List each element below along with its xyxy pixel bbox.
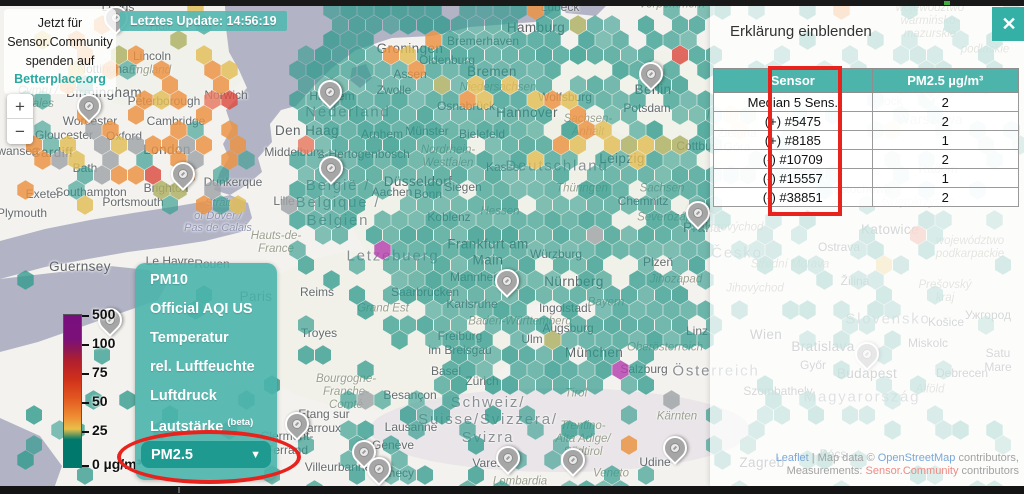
sensor-icon bbox=[372, 462, 386, 476]
legend-gradient-bar bbox=[63, 314, 82, 468]
map-marker[interactable] bbox=[72, 89, 106, 123]
table-header: PM2.5 µg/m³ bbox=[872, 69, 1018, 93]
sensor-icon bbox=[691, 206, 705, 220]
sensor-icon bbox=[176, 167, 190, 181]
chevron-down-icon: ▼ bbox=[250, 449, 261, 461]
explanation-panel: Erklärung einblenden ✕ SensorPM2.5 µg/m³… bbox=[710, 6, 1024, 486]
sensor-icon bbox=[644, 67, 658, 81]
last-update-badge: Letztes Update: 14:56:19 bbox=[120, 11, 287, 31]
map-marker[interactable] bbox=[634, 57, 668, 91]
zoom-out-button[interactable]: − bbox=[7, 119, 33, 144]
table-row: Median 5 Sens.2 bbox=[714, 93, 1019, 112]
menu-item-pm10[interactable]: PM10 bbox=[135, 263, 277, 292]
app-window: LeedsHullLincolnNottinghamBirminghamNorw… bbox=[0, 0, 1024, 494]
map-marker[interactable] bbox=[166, 157, 200, 191]
donation-line: Jetzt für bbox=[6, 14, 114, 33]
sensor-community-link[interactable]: Sensor.Community bbox=[866, 465, 959, 477]
table-row: (-) #107092 bbox=[714, 150, 1019, 169]
map-attribution: Leaflet | Map data © OpenStreetMap contr… bbox=[776, 452, 1019, 478]
leaflet-link[interactable]: Leaflet bbox=[776, 452, 809, 464]
map-marker[interactable] bbox=[658, 431, 692, 465]
menu-item-rel-luftfeuchte[interactable]: rel. Luftfeuchte bbox=[135, 350, 277, 379]
osm-link[interactable]: OpenStreetMap bbox=[878, 452, 956, 464]
sensor-table: SensorPM2.5 µg/m³ Median 5 Sens.2(+) #54… bbox=[713, 68, 1019, 207]
map-zoom-control: + − bbox=[7, 94, 33, 144]
menu-item-lautstaerke[interactable]: Lautstärke (beta) bbox=[135, 408, 277, 437]
table-row: (+) #54752 bbox=[714, 112, 1019, 131]
sensor-icon bbox=[290, 417, 304, 431]
beta-suffix: (beta) bbox=[227, 417, 253, 428]
map-marker[interactable] bbox=[280, 407, 314, 441]
donation-line: Sensor.Community bbox=[6, 33, 114, 52]
sensor-icon bbox=[668, 441, 682, 455]
sensor-icon bbox=[323, 85, 337, 99]
menu-item-luftdruck[interactable]: Luftdruck bbox=[135, 379, 277, 408]
legend-tick-label: 50 bbox=[92, 393, 108, 409]
top-chrome-bar bbox=[0, 0, 1024, 6]
menu-item-temperatur[interactable]: Temperatur bbox=[135, 321, 277, 350]
donation-box: Jetzt für Sensor.Community spenden auf B… bbox=[4, 9, 116, 94]
sensor-icon bbox=[357, 445, 371, 459]
table-header: Sensor bbox=[714, 69, 873, 93]
close-icon[interactable]: ✕ bbox=[992, 7, 1024, 41]
layer-dropdown-pm25[interactable]: PM2.5 ▼ bbox=[141, 441, 271, 468]
selected-layer-label: PM2.5 bbox=[151, 447, 193, 463]
table-row: (-) #155571 bbox=[714, 169, 1019, 188]
table-row: (+) #81851 bbox=[714, 131, 1019, 150]
legend-tick-label: 75 bbox=[92, 364, 108, 380]
map-marker[interactable] bbox=[491, 441, 525, 475]
sensor-icon bbox=[82, 99, 96, 113]
bottom-chrome-bar bbox=[0, 486, 1024, 494]
map-marker[interactable] bbox=[490, 264, 524, 298]
taskbar-tick bbox=[178, 487, 180, 493]
donation-line: spenden auf bbox=[6, 52, 114, 71]
map-marker[interactable] bbox=[314, 151, 348, 185]
sensor-icon bbox=[566, 453, 580, 467]
legend-bottom-label: 0 µg/m³ bbox=[92, 456, 141, 472]
zoom-in-button[interactable]: + bbox=[7, 94, 33, 119]
map-marker[interactable] bbox=[556, 443, 590, 477]
legend-tick-label: 500 bbox=[92, 306, 115, 322]
sensor-icon bbox=[501, 451, 515, 465]
betterplace-link[interactable]: Betterplace.org bbox=[6, 70, 114, 89]
legend-tick-label: 25 bbox=[92, 422, 108, 438]
panel-title-toggle[interactable]: Erklärung einblenden bbox=[730, 23, 872, 40]
map-marker[interactable] bbox=[313, 75, 347, 109]
legend-tick-label: 100 bbox=[92, 335, 115, 351]
sensor-icon bbox=[500, 274, 514, 288]
menu-item-official-aqi-us[interactable]: Official AQI US bbox=[135, 292, 277, 321]
table-row: (-) #388512 bbox=[714, 188, 1019, 207]
chrome-indicator bbox=[944, 1, 950, 5]
sensor-icon bbox=[324, 161, 338, 175]
